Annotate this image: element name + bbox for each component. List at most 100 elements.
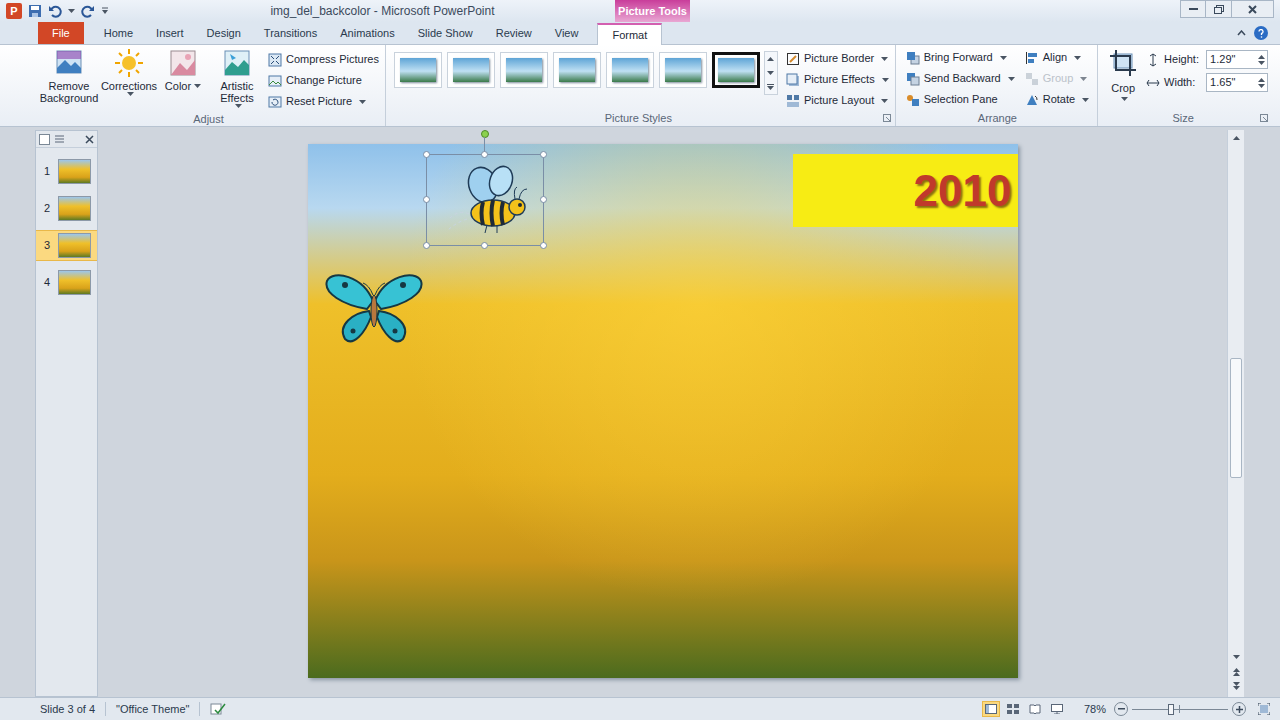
spin-down-icon[interactable] [1258, 61, 1265, 65]
remove-background-icon [54, 48, 84, 78]
slide-thumbnail[interactable]: 3 [36, 230, 97, 261]
close-button[interactable] [1232, 0, 1274, 18]
ribbon-tab[interactable]: View [545, 22, 589, 44]
minimize-button[interactable] [1180, 0, 1206, 18]
spin-up-icon[interactable] [1258, 78, 1265, 82]
dialog-launcher-icon[interactable] [883, 114, 891, 122]
ribbon-small-button[interactable]: Rotate [1023, 89, 1091, 110]
file-tab[interactable]: File [38, 22, 84, 44]
gallery-down-button[interactable] [765, 66, 777, 80]
ribbon-small-button[interactable]: Reset Picture [266, 91, 381, 112]
zoom-slider[interactable] [1132, 702, 1228, 716]
resize-handle[interactable] [481, 151, 488, 158]
spin-up-icon[interactable] [1258, 55, 1265, 59]
ribbon-small-button[interactable]: Send Backward [904, 68, 1017, 89]
redo-icon[interactable] [81, 4, 95, 18]
ribbon-tab[interactable]: Transitions [254, 22, 327, 44]
ribbon-small-button[interactable]: Compress Pictures [266, 49, 381, 70]
ribbon-small-button[interactable]: Picture Effects [784, 69, 891, 90]
ribbon-small-button[interactable]: Group [1023, 68, 1091, 89]
ribbon-tab[interactable]: Home [94, 22, 143, 44]
gallery-up-button[interactable] [765, 52, 777, 66]
ribbon-tab[interactable]: Animations [330, 22, 404, 44]
ribbon-large-button[interactable]: Remove Background [36, 48, 102, 104]
zoom-in-button[interactable] [1232, 702, 1246, 716]
picture-style-thumbnail[interactable] [553, 52, 601, 88]
size-field: Width:1.65" [1146, 73, 1268, 92]
size-input[interactable]: 1.29" [1206, 50, 1268, 69]
ribbon-tab[interactable]: Design [197, 22, 251, 44]
app-logo-icon[interactable]: P [6, 3, 22, 19]
next-slide-button[interactable] [1228, 679, 1244, 693]
zoom-level[interactable]: 78% [1084, 701, 1114, 718]
restore-button[interactable] [1206, 0, 1232, 18]
ribbon-small-button[interactable]: Selection Pane [904, 89, 1017, 110]
picture-style-thumbnail[interactable] [394, 52, 442, 88]
undo-icon[interactable] [48, 4, 62, 18]
picture-style-thumbnail[interactable] [606, 52, 654, 88]
scroll-thumb[interactable] [1230, 358, 1242, 478]
ribbon-tab[interactable]: Review [486, 22, 542, 44]
crop-button[interactable]: Crop [1106, 48, 1140, 101]
butterfly-clipart-icon [323, 271, 425, 347]
resize-handle[interactable] [423, 196, 430, 203]
ribbon-small-button[interactable]: Change Picture [266, 70, 381, 91]
picture-style-thumbnail[interactable] [500, 52, 548, 88]
ribbon-small-button[interactable]: Bring Forward [904, 47, 1017, 68]
year-banner[interactable]: 2010 [793, 154, 1018, 227]
ribbon-tab[interactable]: Slide Show [408, 22, 483, 44]
group-label: Size [1106, 111, 1260, 126]
ribbon-large-button[interactable]: Artistic Effects [210, 48, 264, 108]
dropdown-arrow-icon[interactable] [68, 9, 75, 13]
normal-view-button[interactable] [982, 701, 1000, 717]
scroll-up-button[interactable] [1228, 130, 1244, 146]
resize-handle[interactable] [481, 242, 488, 249]
spell-check-icon[interactable] [210, 702, 226, 716]
dropdown-arrow-icon [1080, 77, 1087, 81]
gallery-more-button[interactable] [765, 80, 777, 94]
ribbon-tab[interactable]: Format [597, 23, 662, 45]
down-arrow-icon [767, 71, 774, 75]
resize-handle[interactable] [540, 196, 547, 203]
resize-handle[interactable] [423, 151, 430, 158]
picture-style-thumbnail[interactable] [447, 52, 495, 88]
slide-thumbnail[interactable]: 1 [36, 156, 97, 187]
ribbon-tab[interactable]: Insert [146, 22, 194, 44]
help-button[interactable] [1254, 26, 1268, 40]
bee-picture[interactable] [426, 154, 544, 246]
ribbon-small-button[interactable]: Align [1023, 47, 1091, 68]
dialog-launcher-icon[interactable] [1260, 114, 1268, 122]
scroll-down-button[interactable] [1228, 649, 1244, 665]
resize-handle[interactable] [423, 242, 430, 249]
save-icon[interactable] [28, 4, 42, 18]
resize-handle[interactable] [540, 151, 547, 158]
zoom-slider-thumb[interactable] [1168, 704, 1174, 715]
double-up-arrow-icon [1233, 668, 1240, 676]
customize-toolbar-icon[interactable] [101, 7, 109, 15]
outline-tab-icon[interactable] [54, 134, 65, 145]
previous-slide-button[interactable] [1228, 665, 1244, 679]
ribbon-large-button[interactable]: Color [156, 48, 210, 92]
picture-style-thumbnail[interactable] [712, 52, 760, 88]
slide-sorter-button[interactable] [1004, 701, 1022, 717]
slide: 2010 [308, 144, 1018, 678]
butterfly-picture[interactable] [322, 270, 426, 348]
slide-thumbnail[interactable]: 2 [36, 193, 97, 224]
ribbon-large-button[interactable]: Corrections [102, 48, 156, 96]
restore-icon [1214, 5, 1224, 14]
zoom-out-button[interactable] [1114, 702, 1128, 716]
picture-style-thumbnail[interactable] [659, 52, 707, 88]
spin-down-icon[interactable] [1258, 84, 1265, 88]
resize-handle[interactable] [540, 242, 547, 249]
size-input[interactable]: 1.65" [1206, 73, 1268, 92]
slides-tab-icon[interactable] [39, 134, 50, 145]
reading-view-button[interactable] [1026, 701, 1044, 717]
slide-show-button[interactable] [1048, 701, 1066, 717]
slide-thumbnail[interactable]: 4 [36, 267, 97, 298]
fit-slide-button[interactable] [1256, 701, 1272, 717]
ribbon-small-button[interactable]: Picture Border [784, 48, 891, 69]
rotation-handle[interactable] [481, 130, 489, 138]
ribbon-small-button[interactable]: Picture Layout [784, 90, 891, 111]
collapse-ribbon-icon[interactable] [1237, 30, 1246, 36]
close-pane-icon[interactable] [85, 135, 94, 144]
